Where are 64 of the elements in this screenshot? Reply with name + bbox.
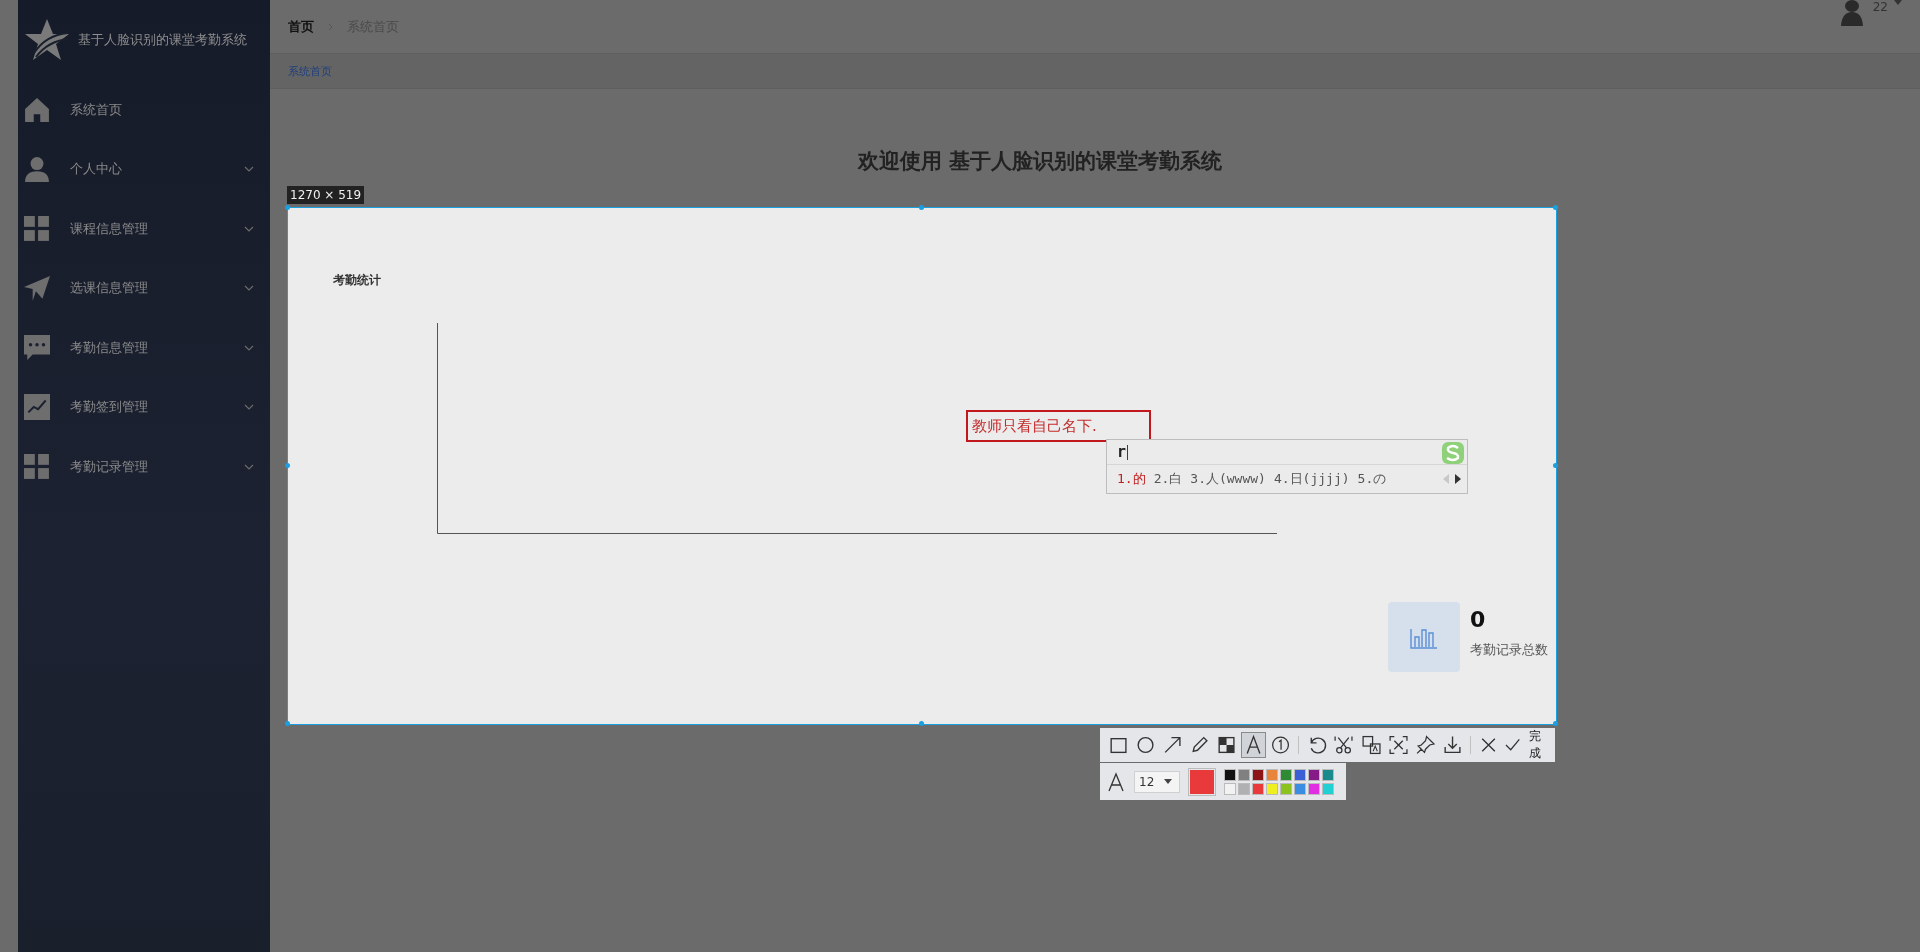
resize-handle[interactable] — [1553, 205, 1558, 210]
resize-handle[interactable] — [285, 721, 290, 726]
sidebar-item[interactable]: 考勤签到管理 — [18, 377, 270, 437]
grid-icon — [24, 453, 50, 480]
line-chart-icon — [24, 394, 50, 421]
paper-plane-icon — [24, 275, 50, 302]
caret-down-icon — [1164, 779, 1173, 784]
ime-candidate[interactable]: 5.の — [1357, 470, 1387, 488]
font-icon — [1106, 771, 1126, 792]
color-swatch[interactable] — [1224, 782, 1236, 795]
stat-value: 0 — [1470, 607, 1487, 632]
next-page-icon — [1455, 474, 1461, 484]
color-swatch[interactable] — [1252, 768, 1264, 781]
ime-input-text: r — [1117, 443, 1127, 461]
color-swatch[interactable] — [1308, 768, 1320, 781]
sidebar-item[interactable]: 考勤记录管理 — [18, 437, 270, 497]
resize-handle[interactable] — [1553, 463, 1558, 468]
home-icon — [24, 96, 50, 123]
color-swatch[interactable] — [1280, 782, 1292, 795]
color-swatch[interactable] — [1322, 782, 1334, 795]
app-title: 基于人脸识别的课堂考勤系统 — [78, 31, 247, 49]
current-color-swatch[interactable] — [1190, 769, 1214, 794]
sidebar-item[interactable]: 课程信息管理 — [18, 199, 270, 259]
previous-page-icon — [1443, 474, 1449, 484]
color-swatch[interactable] — [1266, 768, 1278, 781]
ime-logo-icon — [1441, 441, 1465, 465]
color-swatch[interactable] — [1252, 782, 1264, 795]
color-swatch[interactable] — [1322, 768, 1334, 781]
color-swatch[interactable] — [1280, 768, 1292, 781]
color-swatch[interactable] — [1266, 782, 1278, 795]
color-swatch[interactable] — [1294, 768, 1306, 781]
color-swatch[interactable] — [1238, 782, 1250, 795]
sidebar-item[interactable]: 系统首页 — [18, 80, 270, 140]
ime-candidate[interactable]: 3.人(wwww) — [1190, 470, 1266, 488]
grid-icon — [24, 215, 50, 242]
person-icon — [24, 156, 50, 183]
check-icon — [1504, 738, 1521, 752]
sidebar-item[interactable]: 个人中心 — [18, 139, 270, 199]
resize-handle[interactable] — [285, 463, 290, 468]
color-swatch[interactable] — [1308, 782, 1320, 795]
font-size-dropdown[interactable]: 12 — [1134, 770, 1180, 793]
chat-icon — [24, 334, 50, 361]
text-icon[interactable] — [1241, 732, 1267, 758]
text-cursor — [1127, 444, 1129, 460]
ime-candidate[interactable]: 2.白 — [1153, 470, 1183, 488]
resize-handle[interactable] — [919, 205, 924, 210]
sidebar-item[interactable]: 选课信息管理 — [18, 258, 270, 318]
ime-candidate[interactable]: 1.的 — [1117, 470, 1146, 488]
page-heading: 欢迎使用 基于人脸识别的课堂考勤系统 — [856, 148, 1224, 175]
done-button[interactable]: 完成 — [1502, 728, 1549, 762]
star-logo-icon — [24, 17, 70, 63]
color-swatch[interactable] — [1238, 768, 1250, 781]
stat-label: 考勤记录总数 — [1470, 641, 1548, 659]
sidebar-item[interactable]: 考勤信息管理 — [18, 318, 270, 378]
breadcrumb-link[interactable]: 首页 — [288, 17, 314, 36]
selection-size-label: 1270 × 519 — [287, 186, 365, 204]
resize-handle[interactable] — [285, 205, 290, 210]
resize-handle[interactable] — [919, 721, 924, 726]
resize-handle[interactable] — [1553, 721, 1558, 726]
ime-candidate[interactable]: 4.日(jjjj) — [1273, 470, 1350, 488]
panel-title: 考勤统计 — [333, 272, 381, 289]
color-swatch[interactable] — [1224, 768, 1236, 781]
caret-down-icon — [1894, 0, 1902, 6]
color-swatch[interactable] — [1294, 782, 1306, 795]
